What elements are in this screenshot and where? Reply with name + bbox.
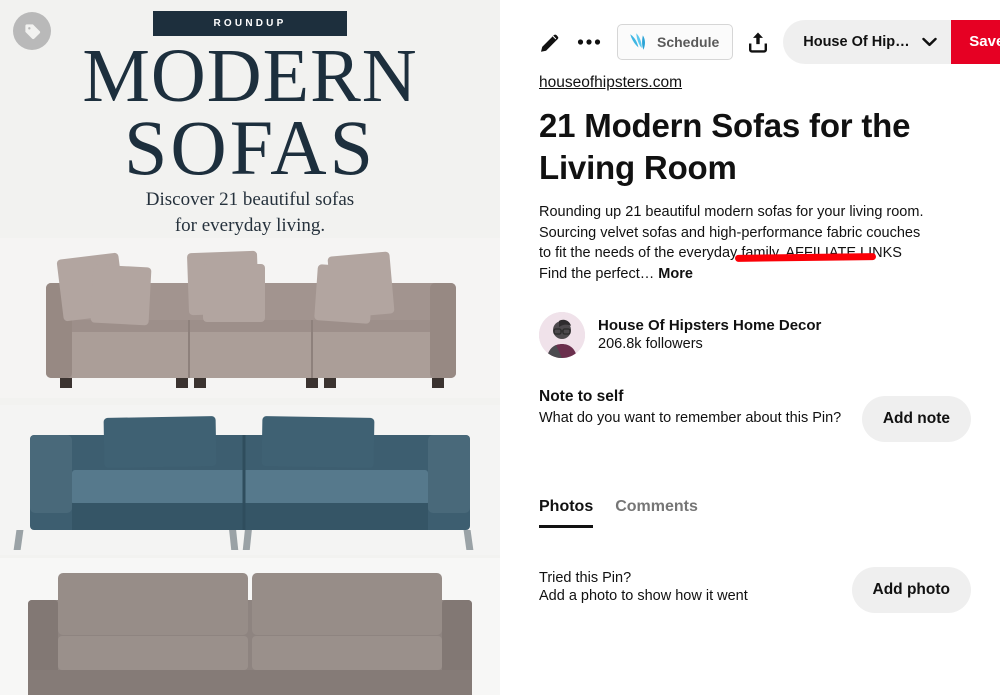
- price-tag-icon: [24, 23, 40, 39]
- description-more-link[interactable]: More: [658, 266, 693, 282]
- save-button[interactable]: Save: [951, 19, 1000, 64]
- edit-pin-button[interactable]: [539, 27, 561, 57]
- tried-this-pin-subtitle: Add a photo to show how it went: [539, 587, 748, 604]
- roundup-label: ROUNDUP: [213, 18, 287, 29]
- pin-description-text: Rounding up 21 beautiful modern sofas fo…: [539, 203, 924, 283]
- schedule-label: Schedule: [657, 33, 720, 50]
- avatar[interactable]: [539, 311, 585, 358]
- pin-image-subtitle: Discover 21 beautiful sofas for everyday…: [0, 187, 500, 238]
- pin-image-subtitle-line2: for everyday living.: [174, 214, 326, 236]
- author-followers: 206.8k followers: [598, 336, 703, 353]
- roundup-badge: ROUNDUP: [153, 11, 347, 36]
- price-tag-badge[interactable]: [13, 12, 51, 50]
- tried-this-pin-section: Tried this Pin? Add a photo to show how …: [539, 566, 971, 613]
- pin-description: Rounding up 21 beautiful modern sofas fo…: [539, 202, 929, 285]
- add-note-button[interactable]: Add note: [861, 395, 971, 442]
- tailwind-logo-icon: [630, 32, 645, 50]
- share-upload-icon: [749, 32, 768, 53]
- board-selector[interactable]: House Of Hipsters ...: [783, 19, 952, 64]
- note-to-self-prompt: What do you want to remember about this …: [539, 409, 842, 426]
- source-link[interactable]: houseofhipsters.com: [539, 74, 682, 92]
- tried-this-pin-title: Tried this Pin?: [539, 569, 632, 586]
- pin-toolbar: Schedule House Of Hipsters ... Save: [500, 0, 1000, 83]
- avatar-image: [539, 311, 585, 358]
- schedule-button[interactable]: Schedule: [617, 23, 734, 60]
- pin-image-subtitle-line1: Discover 21 beautiful sofas: [145, 189, 355, 210]
- add-photo-button[interactable]: Add photo: [851, 566, 971, 613]
- pencil-icon: [541, 34, 559, 52]
- more-options-button[interactable]: [577, 27, 601, 57]
- tab-comments[interactable]: Comments: [615, 498, 698, 528]
- author-name: House Of Hipsters Home Decor: [598, 317, 822, 335]
- pin-image-title-line2: SOFAS: [123, 103, 376, 191]
- pin-detail-panel: Schedule House Of Hipsters ... Save hous…: [500, 0, 1000, 695]
- sofa-photo-teal-velvet: [0, 405, 500, 555]
- note-to-self-section: Note to self What do you want to remembe…: [539, 388, 971, 442]
- pin-image-panel[interactable]: ROUNDUP MODERN SOFAS Discover 21 beautif…: [0, 0, 500, 695]
- chevron-down-icon: [922, 37, 937, 46]
- board-name-label: House Of Hipsters ...: [803, 33, 912, 50]
- sofa-photo-taupe-fabric: [0, 558, 500, 695]
- pin-detail-content: houseofhipsters.com 21 Modern Sofas for …: [539, 74, 1000, 613]
- red-annotation-underline: [734, 252, 877, 262]
- sofa-photo-gray-sectional: [0, 238, 500, 398]
- pin-image-title: MODERN SOFAS: [0, 38, 500, 191]
- share-button[interactable]: [746, 27, 770, 57]
- note-to-self-title: Note to self: [539, 387, 624, 405]
- pin-author[interactable]: House Of Hipsters Home Decor 206.8k foll…: [539, 311, 1000, 358]
- page-title: 21 Modern Sofas for the Living Room: [539, 107, 911, 186]
- tab-photos[interactable]: Photos: [539, 498, 594, 528]
- ellipsis-icon: [577, 38, 601, 45]
- detail-tabs: Photos Comments: [539, 498, 1000, 528]
- pin-detail-screen: ROUNDUP MODERN SOFAS Discover 21 beautif…: [0, 0, 1000, 695]
